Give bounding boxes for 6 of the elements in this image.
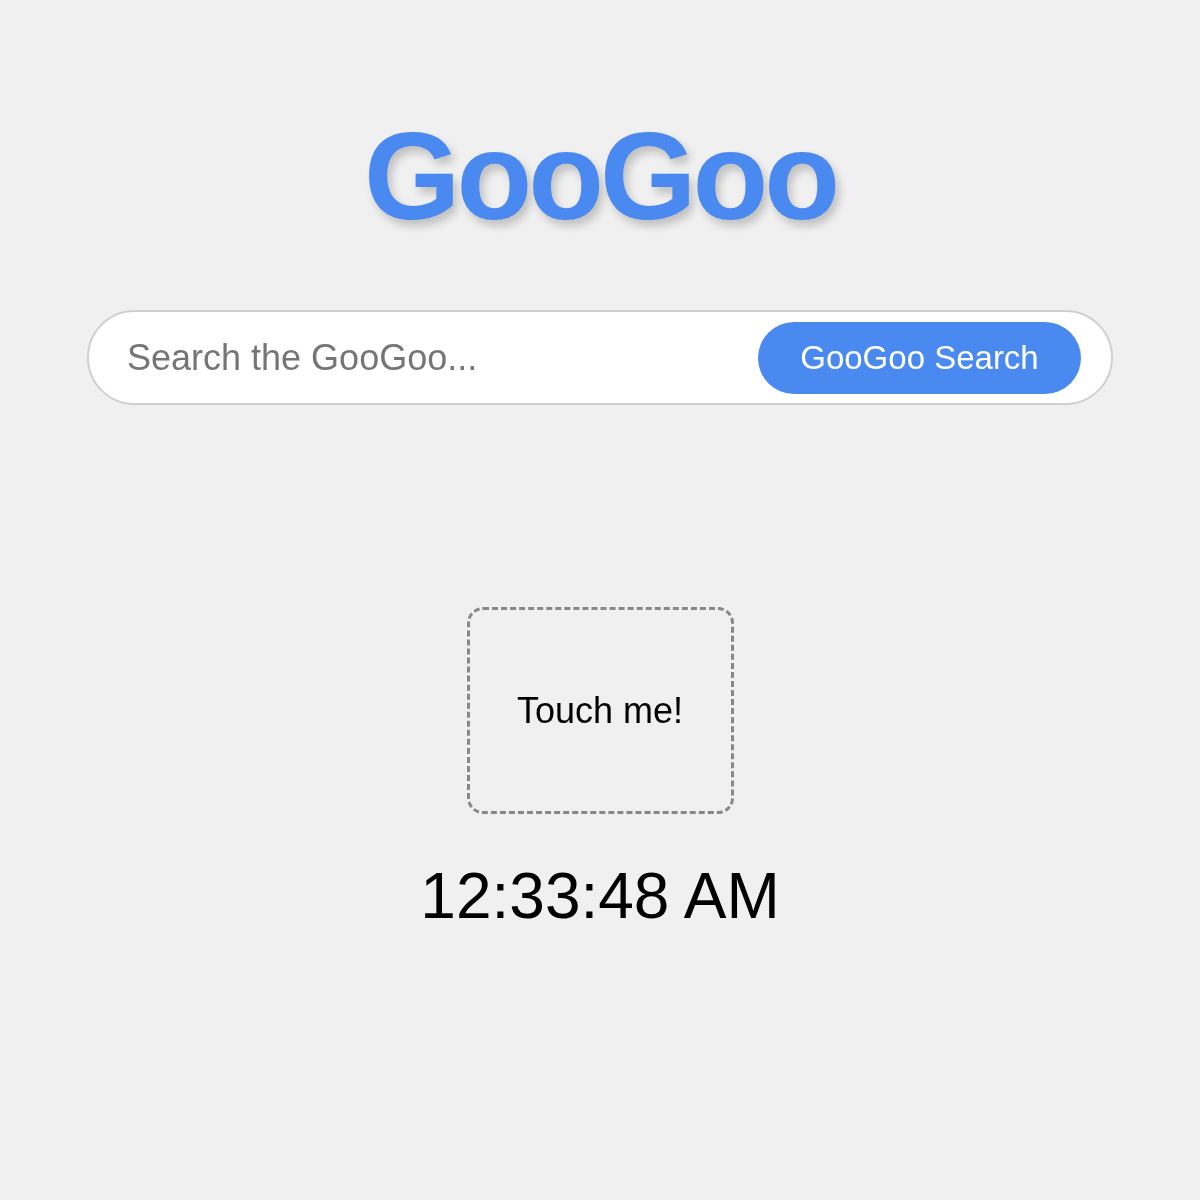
touch-area[interactable]: Touch me!: [466, 607, 734, 814]
touch-label: Touch me!: [516, 688, 684, 733]
logo: GooGoo: [364, 108, 836, 244]
clock-time: 12:33:48 AM: [420, 859, 780, 934]
search-field[interactable]: Search the GooGoo... GooGoo Search: [87, 310, 1113, 405]
search-button[interactable]: GooGoo Search: [758, 321, 1081, 394]
